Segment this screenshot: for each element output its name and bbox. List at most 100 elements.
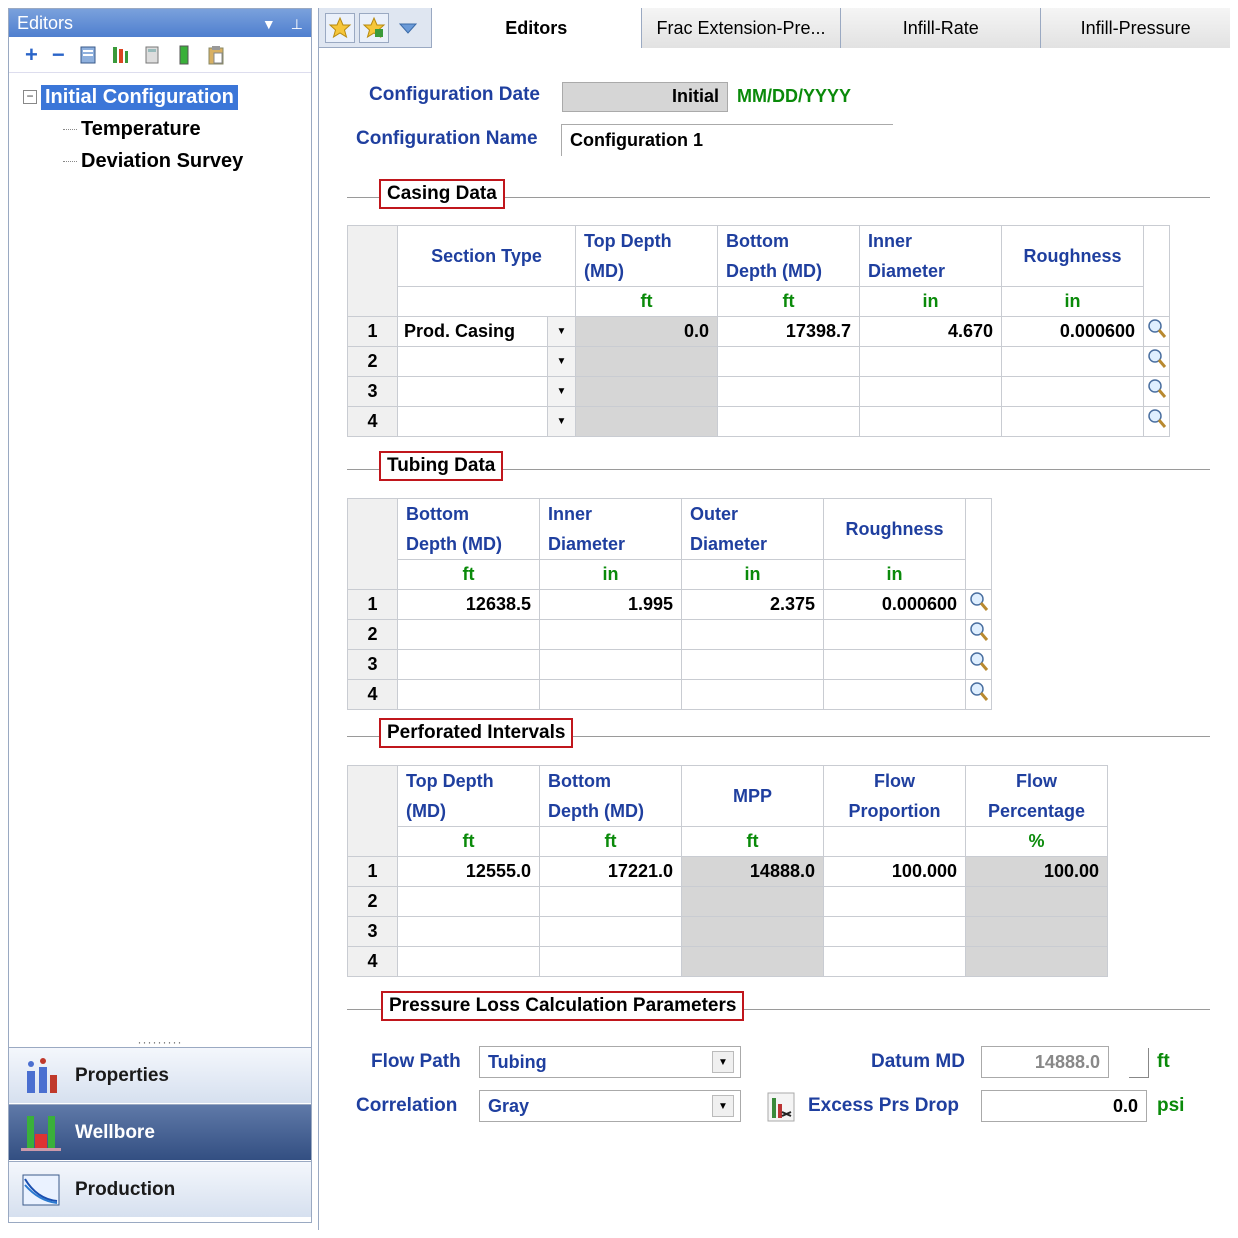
lookup-button[interactable] <box>965 589 992 620</box>
tree-node-deviation-survey[interactable]: Deviation Survey <box>23 145 311 177</box>
outer-diameter-cell[interactable]: 2.375 <box>681 589 824 620</box>
bottom-depth-cell[interactable] <box>397 649 540 680</box>
tree-node-temperature[interactable]: Temperature <box>23 113 311 145</box>
wellbore-bars-icon[interactable] <box>111 45 129 65</box>
magnifier-icon[interactable] <box>969 621 989 643</box>
correlation-chart-icon[interactable] <box>767 1092 795 1122</box>
nav-wellbore[interactable]: Wellbore <box>9 1104 311 1160</box>
collapse-icon[interactable]: − <box>23 90 37 104</box>
tab-dropdown-icon[interactable] <box>393 13 423 43</box>
outer-diameter-cell[interactable] <box>681 649 824 680</box>
lookup-button[interactable] <box>1143 346 1170 377</box>
paste-icon[interactable] <box>207 45 225 65</box>
chevron-down-icon[interactable]: ▼ <box>547 377 575 406</box>
section-type-select[interactable]: ▼ <box>397 406 576 437</box>
tree-node-label[interactable]: Initial Configuration <box>41 84 238 110</box>
top-depth-cell[interactable]: 12555.0 <box>397 856 540 887</box>
tree-node-label[interactable]: Deviation Survey <box>81 150 243 173</box>
roughness-cell[interactable]: 0.000600 <box>1001 316 1144 347</box>
roughness-cell[interactable] <box>823 679 966 710</box>
correlation-select[interactable]: Gray ▼ <box>479 1090 741 1122</box>
add-favorite-star-icon[interactable] <box>359 12 389 43</box>
flow-proportion-cell[interactable] <box>823 946 966 977</box>
magnifier-icon[interactable] <box>969 651 989 673</box>
datum-md-field[interactable]: 14888.0 <box>981 1046 1109 1078</box>
inner-diameter-cell[interactable] <box>539 619 682 650</box>
calculator-icon[interactable] <box>143 45 161 65</box>
top-depth-cell[interactable] <box>397 886 540 917</box>
remove-icon[interactable]: − <box>52 42 65 68</box>
import-icon[interactable] <box>79 45 97 65</box>
magnifier-icon[interactable] <box>1147 378 1167 400</box>
config-name-field[interactable]: Configuration 1 <box>561 124 893 156</box>
tree-node-label[interactable]: Temperature <box>81 118 201 141</box>
favorite-star-icon[interactable] <box>325 12 355 43</box>
inner-diameter-cell[interactable]: 1.995 <box>539 589 682 620</box>
outer-diameter-cell[interactable] <box>681 679 824 710</box>
panel-menu-icon[interactable]: ▼ <box>262 16 276 32</box>
flow-proportion-cell[interactable] <box>823 916 966 947</box>
lookup-button[interactable] <box>965 649 992 680</box>
inner-diameter-cell[interactable] <box>539 649 682 680</box>
inner-diameter-cell[interactable] <box>859 406 1002 437</box>
config-date-field[interactable]: Initial <box>562 82 728 112</box>
chevron-down-icon[interactable]: ▼ <box>547 347 575 376</box>
lookup-button[interactable] <box>1143 406 1170 437</box>
bottom-depth-cell[interactable] <box>539 886 682 917</box>
nav-production[interactable]: Production <box>9 1161 311 1217</box>
add-icon[interactable]: + <box>25 42 38 68</box>
lookup-button[interactable] <box>965 679 992 710</box>
section-type-select[interactable]: Prod. Casing ▼ <box>397 316 576 347</box>
roughness-cell[interactable] <box>1001 406 1144 437</box>
pin-icon[interactable]: ⊥ <box>291 16 303 32</box>
tab-frac-extension[interactable]: Frac Extension-Pre... <box>640 8 841 48</box>
roughness-cell[interactable] <box>823 649 966 680</box>
datum-md-button[interactable] <box>1129 1048 1149 1078</box>
outer-diameter-cell[interactable] <box>681 619 824 650</box>
magnifier-icon[interactable] <box>1147 318 1167 340</box>
section-type-select[interactable]: ▼ <box>397 376 576 407</box>
roughness-cell[interactable] <box>1001 376 1144 407</box>
lookup-button[interactable] <box>1143 316 1170 347</box>
top-depth-cell[interactable] <box>397 946 540 977</box>
excess-prs-drop-field[interactable]: 0.0 <box>981 1090 1147 1122</box>
inner-diameter-cell[interactable] <box>539 679 682 710</box>
bottom-depth-cell[interactable] <box>397 679 540 710</box>
lookup-button[interactable] <box>1143 376 1170 407</box>
magnifier-icon[interactable] <box>969 591 989 613</box>
top-depth-cell[interactable] <box>397 916 540 947</box>
inner-diameter-cell[interactable] <box>859 376 1002 407</box>
lookup-button[interactable] <box>965 619 992 650</box>
flow-proportion-cell[interactable] <box>823 886 966 917</box>
bottom-depth-cell[interactable] <box>717 376 860 407</box>
magnifier-icon[interactable] <box>1147 348 1167 370</box>
bottom-depth-cell[interactable]: 17398.7 <box>717 316 860 347</box>
bottom-depth-cell[interactable] <box>539 946 682 977</box>
magnifier-icon[interactable] <box>969 681 989 703</box>
magnifier-icon[interactable] <box>1147 408 1167 430</box>
section-type-select[interactable]: ▼ <box>397 346 576 377</box>
bottom-depth-cell[interactable]: 17221.0 <box>539 856 682 887</box>
tab-infill-rate[interactable]: Infill-Rate <box>840 8 1041 48</box>
flow-proportion-cell[interactable]: 100.000 <box>823 856 966 887</box>
chevron-down-icon[interactable]: ▼ <box>712 1095 734 1117</box>
chevron-down-icon[interactable]: ▼ <box>547 407 575 436</box>
tab-infill-pressure[interactable]: Infill-Pressure <box>1040 8 1230 48</box>
bottom-depth-cell[interactable] <box>397 619 540 650</box>
inner-diameter-cell[interactable]: 4.670 <box>859 316 1002 347</box>
bottom-depth-cell[interactable] <box>717 346 860 377</box>
bottom-depth-cell[interactable] <box>539 916 682 947</box>
tab-editors[interactable]: Editors <box>430 8 641 48</box>
roughness-cell[interactable] <box>1001 346 1144 377</box>
nav-properties[interactable]: Properties <box>9 1047 311 1103</box>
roughness-cell[interactable] <box>823 619 966 650</box>
inner-diameter-cell[interactable] <box>859 346 1002 377</box>
roughness-cell[interactable]: 0.000600 <box>823 589 966 620</box>
bottom-depth-cell[interactable] <box>717 406 860 437</box>
chevron-down-icon[interactable]: ▼ <box>712 1051 734 1073</box>
tree-node-initial-configuration[interactable]: − Initial Configuration <box>23 81 311 113</box>
tube-icon[interactable] <box>175 45 193 65</box>
flow-path-select[interactable]: Tubing ▼ <box>479 1046 741 1078</box>
bottom-depth-cell[interactable]: 12638.5 <box>397 589 540 620</box>
chevron-down-icon[interactable]: ▼ <box>547 317 575 346</box>
